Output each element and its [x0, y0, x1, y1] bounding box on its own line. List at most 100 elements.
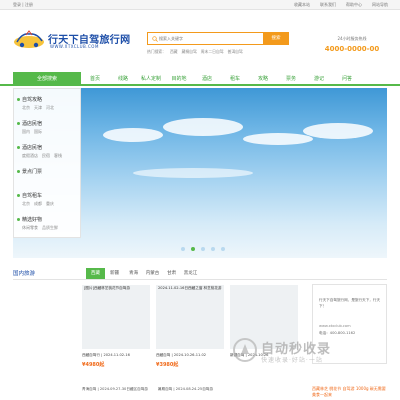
trip-caption: 2024.11.02-16日西藏之窗 林芝桃花游 [158, 286, 222, 290]
trip-list-item[interactable]: 青海自驾 | 2024.09.27-30日藏区自驾游 [82, 387, 148, 392]
rocket-logo-icon [233, 338, 257, 362]
login-register-link[interactable]: 登录 | 注册 [13, 2, 33, 8]
hot-search-term[interactable]: 普洱自驾 [228, 49, 243, 55]
hot-search-term[interactable]: 周末二日自驾 [201, 49, 224, 55]
category-sub-link[interactable]: 北京 [22, 105, 30, 111]
search-button[interactable]: 搜索 [263, 32, 289, 45]
main-nav: 全部搜索 首页 线路 私人定制 目的地 酒店 租车 攻略 票务 游记 问答 [0, 72, 400, 86]
hot-searches: 热门搜索： 西藏 藏桐自驾 周末二日自驾 普洱自驾 [147, 49, 243, 55]
nav-item-car-rental[interactable]: 租车 [221, 72, 249, 86]
tab-xinjiang[interactable]: 新疆 [105, 268, 124, 279]
category-title: 酒店民宿 [22, 145, 43, 151]
category-title: 景点门票 [22, 169, 43, 175]
category-sub-link[interactable]: 品质生鲜 [42, 225, 58, 231]
trip-caption: [图片]西藏林芝桃花节自驾游 [84, 286, 130, 290]
category-sub-link[interactable]: 北京 [22, 201, 30, 207]
banner-dot[interactable] [201, 247, 205, 251]
tab-gansu[interactable]: 甘肃 [162, 268, 181, 279]
nav-item-qa[interactable]: 问答 [333, 72, 361, 86]
cloud-decoration [163, 118, 243, 136]
bullet-icon [17, 146, 20, 149]
search-input[interactable] [159, 34, 259, 43]
nav-item-guides[interactable]: 攻略 [249, 72, 277, 86]
site-info-text: 行天下自驾旅行网，是旅行天下，行天下！ [319, 298, 381, 308]
top-bar: 登录 | 注册 收藏本站 联系我们 帮助中心 网站导航 [0, 0, 400, 10]
top-link-favorite[interactable]: 收藏本站 [294, 2, 310, 8]
trip-image[interactable]: [图片]西藏林芝桃花节自驾游 [82, 285, 150, 349]
nav-item-routes[interactable]: 线路 [109, 72, 137, 86]
cloud-decoration [243, 133, 313, 145]
all-categories-button[interactable]: 全部搜索 [13, 72, 81, 86]
trip-list-item[interactable]: 暑期自驾 | 2024.08.24-25自驾游 [158, 387, 213, 392]
search-icon [152, 36, 158, 42]
domestic-travel-header: 国内旅游 [13, 268, 387, 280]
tab-inner-mongolia[interactable]: 内蒙古 [143, 268, 162, 279]
bullet-icon [17, 194, 20, 197]
top-links: 收藏本站 联系我们 帮助中心 网站导航 [294, 2, 388, 8]
nav-item-custom[interactable]: 私人定制 [137, 72, 165, 86]
hot-search-label: 热门搜索： [147, 49, 166, 54]
banner-dot[interactable] [211, 247, 215, 251]
cloud-decoration [303, 123, 373, 139]
category-sub-link[interactable]: 河北 [46, 105, 54, 111]
trip-description[interactable]: 西藏自驾 | 2024.10.26-11.02 [156, 353, 224, 358]
category-title: 自驾租车 [22, 193, 43, 199]
trip-price: ¥4980起 [82, 362, 105, 368]
site-logo[interactable]: 行天下自驾旅行网 WWW.XTXCLUB.COM [12, 30, 130, 54]
hotline-label: 24小时服务热线 [337, 36, 367, 41]
top-link-help[interactable]: 帮助中心 [346, 2, 362, 8]
bullet-icon [17, 98, 20, 101]
bullet-icon [17, 170, 20, 173]
nav-item-home[interactable]: 首页 [81, 72, 109, 86]
site-url: WWW.XTXCLUB.COM [50, 44, 99, 49]
category-sub-link[interactable]: 民宿 [42, 153, 50, 159]
hot-search-term[interactable]: 西藏 [170, 49, 178, 55]
category-title: 精选好物 [22, 217, 43, 223]
tab-heilongjiang[interactable]: 黑龙江 [181, 268, 200, 279]
banner-dot[interactable] [181, 247, 185, 251]
car-logo-icon [14, 30, 44, 48]
promo-link[interactable]: 西藏林芝 桃花节 自驾游 1000g 碳无需要美食一起来 [312, 386, 387, 397]
watermark: 自动秒收录 快速收录·好站·一站 [233, 336, 393, 364]
category-sub-link[interactable]: 成都 [34, 201, 42, 207]
category-sub-link[interactable]: 客栈 [54, 153, 62, 159]
trip-description[interactable]: 西藏自驾行 | 2024.11.02-16 [82, 353, 150, 358]
category-sub-link[interactable]: 天津 [34, 105, 42, 111]
category-title: 自驾攻略 [22, 97, 43, 103]
banner-pagination [181, 247, 225, 251]
category-title: 酒店民宿 [22, 121, 43, 127]
watermark-subtext: 快速收录·好站·一站 [261, 357, 323, 364]
bullet-icon [17, 218, 20, 221]
region-tabs: 西藏 新疆 青海 内蒙古 甘肃 黑龙江 [86, 268, 200, 279]
category-sub-link[interactable]: 国内 [22, 129, 30, 135]
tab-qinghai[interactable]: 青海 [124, 268, 143, 279]
trip-list-row: 青海自驾 | 2024.09.27-30日藏区自驾游 暑期自驾 | 2024.0… [82, 387, 304, 392]
trip-card[interactable]: 2024.11.02-16日西藏之窗 林芝桃花游 西藏自驾 | 2024.10.… [156, 285, 224, 368]
nav-item-destinations[interactable]: 目的地 [165, 72, 193, 86]
category-sub-link[interactable]: 休闲零食 [22, 225, 38, 231]
trip-image[interactable]: 2024.11.02-16日西藏之窗 林芝桃花游 [156, 285, 224, 349]
nav-item-hotels[interactable]: 酒店 [193, 72, 221, 86]
trip-price: ¥3980起 [156, 362, 179, 368]
nav-item-tickets[interactable]: 票务 [277, 72, 305, 86]
hot-search-term[interactable]: 藏桐自驾 [182, 49, 197, 55]
search-box: 搜索 [147, 32, 289, 45]
nav-items: 首页 线路 私人定制 目的地 酒店 租车 攻略 票务 游记 问答 [81, 72, 361, 86]
banner-dot-active[interactable] [191, 247, 195, 251]
tab-tibet[interactable]: 西藏 [86, 268, 105, 279]
trip-card[interactable]: [图片]西藏林芝桃花节自驾游 西藏自驾行 | 2024.11.02-16 ¥49… [82, 285, 150, 368]
hotline-number: 4000-0000-00 [324, 45, 380, 53]
nav-item-travelogues[interactable]: 游记 [305, 72, 333, 86]
cloud-decoration [103, 128, 163, 142]
category-sub-link[interactable]: 度假酒店 [22, 153, 38, 159]
bullet-icon [17, 122, 20, 125]
section-title: 国内旅游 [13, 271, 36, 277]
category-sub-link[interactable]: 国际 [34, 129, 42, 135]
top-link-contact[interactable]: 联系我们 [320, 2, 336, 8]
site-info-url[interactable]: www.xtxclub.com [319, 324, 351, 328]
banner-dot[interactable] [221, 247, 225, 251]
top-link-sitemap[interactable]: 网站导航 [372, 2, 388, 8]
category-sub-link[interactable]: 重庆 [46, 201, 54, 207]
cloud-decoration [133, 168, 253, 178]
category-side-menu: 自驾攻略 北京 天津 河北 酒店民宿 国内 国际 酒店民宿 度假酒店 民宿 客栈… [13, 88, 81, 238]
